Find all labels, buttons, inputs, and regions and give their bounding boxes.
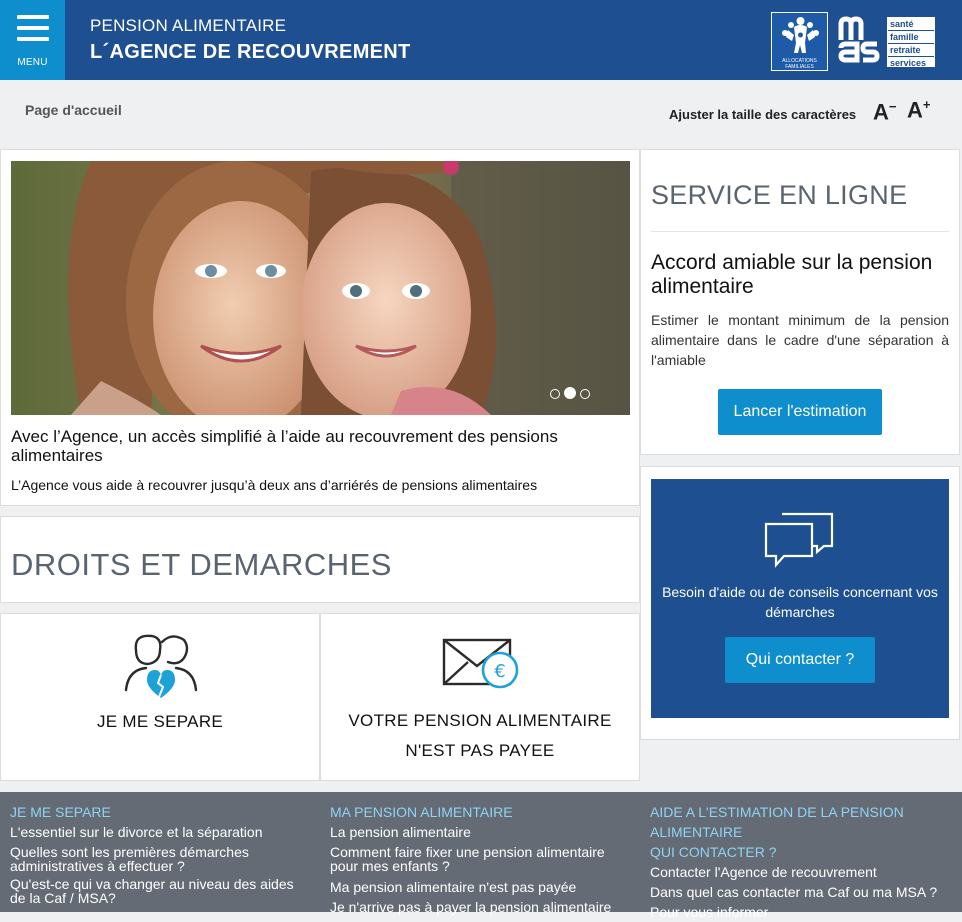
menu-label: MENU — [17, 57, 48, 68]
site-header: MENU PENSION ALIMENTAIRE L´AGENCE DE REC… — [0, 0, 962, 80]
section-title: DROITS ET DEMARCHES — [11, 547, 392, 582]
msa-letters-icon — [838, 16, 880, 63]
footer-heading[interactable]: QUI CONTACTER ? — [650, 842, 950, 862]
msa-tagline: santé famille retraite services — [887, 17, 935, 68]
divider — [651, 231, 949, 232]
service-description: Estimer le montant minimum de la pension… — [651, 312, 949, 368]
decrease-font-letter: A — [873, 99, 889, 125]
rights-section-header: DROITS ET DEMARCHES — [0, 516, 640, 603]
contact-button[interactable]: Qui contacter ? — [725, 637, 875, 683]
footer-heading[interactable]: MA PENSION ALIMENTAIRE — [330, 802, 630, 822]
increase-font-sign: + — [922, 97, 931, 112]
carousel-dot[interactable] — [580, 389, 590, 399]
footer-heading[interactable]: AIDE A L'ESTIMATION DE LA PENSION ALIMEN… — [650, 802, 950, 842]
footer-link[interactable]: Quelles sont les premières démarches adm… — [10, 845, 310, 873]
msa-word: famille — [888, 31, 934, 44]
start-estimation-button[interactable]: Lancer l'estimation — [718, 389, 882, 435]
increase-font-button[interactable]: A+ — [907, 97, 930, 123]
help-text: Besoin d'aide ou de conseils concernant … — [662, 584, 938, 620]
card-je-me-separe[interactable]: JE ME SEPARE — [0, 613, 320, 781]
mother-daughter-photo — [11, 161, 630, 415]
carousel-dots — [546, 386, 590, 404]
footer-link[interactable]: La pension alimentaire — [330, 822, 630, 842]
menu-button[interactable]: MENU — [0, 0, 65, 80]
footer-column-separation: JE ME SEPARE L'essentiel sur le divorce … — [10, 802, 310, 909]
service-subtitle: Accord amiable sur la pension alimentair… — [651, 251, 933, 298]
footer-column-pension: MA PENSION ALIMENTAIRE La pension alimen… — [330, 802, 630, 917]
card-label-line1: VOTRE PENSION ALIMENTAIRE — [348, 711, 612, 730]
hero-text: L’Agence vous aide à recouvrer jusqu’à d… — [11, 477, 538, 493]
svg-text:€: € — [494, 661, 505, 682]
footer-link[interactable]: Pour vous informer — [650, 902, 950, 922]
site-title[interactable]: L´AGENCE DE RECOUVREMENT — [90, 41, 411, 64]
footer-column-contact: AIDE A L'ESTIMATION DE LA PENSION ALIMEN… — [650, 802, 950, 922]
hero-carousel: Avec l’Agence, un accès simplifié à l’ai… — [0, 149, 640, 506]
chat-bubbles-icon — [764, 512, 834, 568]
card-pension-non-payee[interactable]: € VOTRE PENSION ALIMENTAIRE N'EST PAS PA… — [320, 613, 640, 781]
footer-link[interactable]: Dans quel cas contacter ma Caf ou ma MSA… — [650, 882, 950, 902]
footer-link[interactable]: Qu'est-ce qui va changer au niveau des a… — [10, 877, 310, 905]
msa-word: santé — [888, 18, 934, 31]
carousel-dot[interactable] — [550, 389, 560, 399]
euro-envelope-icon: € — [442, 638, 519, 689]
hamburger-icon — [17, 15, 49, 48]
caf-logo-text: ALLOCATIONS FAMILIALES — [782, 58, 817, 70]
footer-link[interactable]: Je n'arrive pas à payer la pension alime… — [330, 897, 630, 917]
footer-link[interactable]: Contacter l'Agence de recouvrement — [650, 862, 950, 882]
increase-font-letter: A — [907, 97, 923, 123]
caf-logo[interactable]: ALLOCATIONS FAMILIALES — [771, 12, 828, 71]
msa-word: services — [890, 58, 927, 68]
msa-word: retraite — [888, 44, 934, 57]
carousel-dot-active[interactable] — [564, 387, 576, 399]
decrease-font-sign: − — [888, 99, 897, 114]
font-size-label: Ajuster la taille des caractères — [669, 107, 857, 122]
site-subtitle: PENSION ALIMENTAIRE — [90, 16, 287, 35]
broken-heart-couple-icon — [124, 634, 198, 698]
service-title: SERVICE EN LIGNE — [651, 180, 908, 210]
card-label: JE ME SEPARE — [96, 712, 224, 731]
footer-link[interactable]: L'essentiel sur le divorce et la séparat… — [10, 822, 310, 842]
footer-link[interactable]: Comment faire fixer une pension alimenta… — [330, 845, 630, 873]
hero-title[interactable]: Avec l’Agence, un accès simplifié à l’ai… — [11, 427, 631, 465]
help-panel: Besoin d'aide ou de conseils concernant … — [651, 479, 949, 718]
decrease-font-button[interactable]: A− — [873, 99, 896, 125]
footer: JE ME SEPARE L'essentiel sur le divorce … — [0, 792, 962, 920]
card-label-line2: N'EST PAS PAYEE — [405, 741, 555, 760]
online-service-panel: SERVICE EN LIGNE Accord amiable sur la p… — [640, 149, 960, 455]
footer-heading[interactable]: JE ME SEPARE — [10, 802, 310, 822]
hero-photo[interactable] — [11, 161, 630, 415]
msa-logo[interactable]: santé famille retraite services — [837, 14, 937, 69]
breadcrumb[interactable]: Page d'accueil — [25, 102, 122, 118]
caf-family-icon — [782, 17, 819, 53]
footer-link[interactable]: Ma pension alimentaire n'est pas payée — [330, 877, 630, 897]
